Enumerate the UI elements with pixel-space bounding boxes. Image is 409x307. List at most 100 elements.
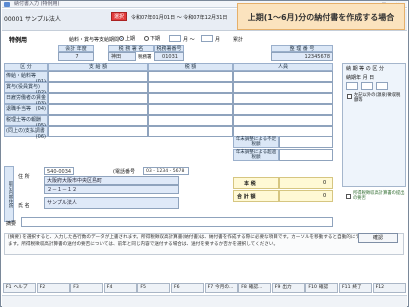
row-code: (06) (35, 134, 46, 140)
amount-input[interactable] (48, 82, 148, 93)
period-year-input[interactable] (346, 82, 358, 90)
row-code: (04) (35, 106, 46, 112)
fkey-f8[interactable]: F8 確認... (238, 283, 272, 293)
help-message: [摘要] を選択すると、入力した各行数のデータが上書されます。所得税徴収高計算書… (4, 233, 404, 255)
company-select-button[interactable]: 選択 (111, 12, 127, 21)
pay-period-first-half[interactable]: 上期 (119, 35, 135, 42)
fkey-f1[interactable]: F1 ヘルプ (3, 283, 36, 293)
honzei-label: 本 税 (244, 181, 256, 187)
row-label: 退職手当等 (04) (4, 104, 48, 115)
amount-input[interactable] (48, 126, 148, 137)
period-day-input[interactable] (376, 82, 388, 90)
yearend-shortfall-label: 年末調整による不足税額 (233, 136, 279, 148)
fkey-f11[interactable]: F11 終了 (339, 283, 372, 293)
tax-year-header: 会計 年度 (58, 45, 94, 52)
month-sep: 月 ～ (183, 37, 195, 43)
row-label: 賞与(役員賞与)(02) (4, 82, 48, 96)
pay-period-label: 給料・賞与等支給期間 (69, 37, 120, 43)
address-line1[interactable]: 大阪府大阪市中央区島町 (44, 176, 179, 185)
fkey-number: F12 (375, 285, 385, 290)
tax-input[interactable] (148, 71, 233, 82)
zip-input[interactable]: 540-0034 (44, 167, 74, 175)
fkey-f9[interactable]: F9 出力 (271, 283, 305, 293)
fkey-f2[interactable]: F2 (36, 283, 70, 293)
phone-label: (電話番号 (113, 169, 135, 175)
row-label: (同上の)支払調書 (06) (4, 126, 48, 140)
pay-period-second-half[interactable]: 下期 (144, 35, 160, 42)
phone-input[interactable]: 03 - 1234 - 5678 (143, 167, 189, 175)
amount-input[interactable] (48, 104, 148, 115)
office-name-value[interactable]: 神田 (108, 52, 136, 61)
guide-banner: 上期(1～6月)分の納付書を作成する場合 (237, 3, 405, 30)
row-label-text: 税理士等の報酬 (6, 117, 42, 123)
fkey-label: 今月の... (215, 285, 234, 290)
office-num-header: 税務署番号 (154, 45, 184, 52)
row-label-text: 退職手当等 (6, 106, 32, 112)
fkey-f7[interactable]: F7 今月の... (204, 283, 238, 293)
org-num-header: 整 理 番 号 (271, 45, 333, 52)
yearend-excess-input[interactable] (279, 149, 333, 161)
headcount-input[interactable] (233, 115, 333, 126)
grand-total-value: 0 (323, 193, 327, 199)
tax-year-value[interactable]: 7 (58, 52, 94, 61)
app-icon (4, 2, 10, 7)
name-label: 氏 名 (18, 203, 30, 209)
month-to-input[interactable] (201, 35, 213, 42)
fkey-f4[interactable]: F4 (103, 283, 137, 293)
remarks-input[interactable] (21, 217, 333, 227)
fkey-f3[interactable]: F3 (70, 283, 104, 293)
radio-first-half[interactable] (119, 36, 124, 41)
row-label-text: 俸給・給料等 (6, 73, 37, 79)
tax-input[interactable] (148, 126, 233, 137)
tax-input[interactable] (148, 93, 233, 104)
tax-input[interactable] (148, 82, 233, 93)
headcount-input[interactable] (233, 104, 333, 115)
fkey-number: F6 (174, 285, 180, 290)
office-num-value[interactable]: 01031 (154, 52, 184, 61)
fkey-number: F9 (274, 285, 281, 290)
headcount-input[interactable] (233, 71, 333, 82)
name-input[interactable]: サンプル法人 (44, 197, 179, 209)
amount-input[interactable] (48, 71, 148, 82)
yearend-excess-label: 年末調整による超過税額 (233, 149, 279, 161)
row-label: 俸給・給料等(01) (4, 71, 48, 85)
month-suffix: 月 (215, 37, 221, 43)
fkey-number: F10 (308, 285, 317, 290)
period-month-input[interactable] (361, 82, 373, 90)
yearend-shortfall-input[interactable] (279, 136, 333, 148)
row-label: 税理士等の報酬(05) (4, 115, 48, 129)
company-name: 00001 サンプル法人 (4, 16, 61, 23)
report-required-checkbox[interactable] (346, 194, 351, 199)
fiscal-period: 令和07年01月01日 ～ 令和07年12月31日 (131, 14, 227, 21)
fkey-f5[interactable]: F5 (137, 283, 171, 293)
address-line2[interactable]: ２－１－１２ (44, 185, 179, 194)
fkey-number: F5 (140, 285, 146, 290)
amount-input[interactable] (48, 93, 148, 104)
jinin-header: 人員 (233, 63, 333, 71)
office-name-header: 税 務 署 名 (108, 45, 154, 52)
fkey-number: F11 (342, 285, 351, 290)
fkey-f10[interactable]: F10 確認 (305, 283, 339, 293)
headcount-input[interactable] (233, 82, 333, 93)
remarks-label: 摘要 (6, 221, 17, 227)
radio-second-half[interactable] (144, 36, 149, 41)
amount-input[interactable] (48, 115, 148, 126)
function-key-bar: F1 ヘルプ F2 F3 F4 F5 F6 F7 今月の... F8 確認... F9 出力 F10 確認 F… (3, 283, 407, 293)
section-title: 特例用 (9, 37, 28, 44)
fkey-label: 終了 (352, 285, 362, 290)
tax-input[interactable] (148, 104, 233, 115)
row-label-text: 日雇労働者の賃金 (6, 95, 47, 101)
other-tax-checkbox[interactable] (347, 94, 352, 99)
tax-input[interactable] (148, 115, 233, 126)
app-window: 納付書入力 (特例用) － □ × 00001 サンプル法人 選択 令和07年0… (0, 0, 409, 307)
fkey-f12[interactable]: F12 (372, 283, 406, 293)
period-sep: ～ (176, 15, 182, 21)
report-required-label: 所得税徴収高計算書の提出の要否 (353, 191, 405, 201)
month-from-input[interactable] (169, 35, 181, 42)
headcount-input[interactable] (233, 93, 333, 104)
fkey-f6[interactable]: F6 (171, 283, 204, 293)
org-num-value[interactable]: 12345678 (271, 52, 333, 61)
confirm-button[interactable]: 確認 (358, 233, 398, 243)
kubun-header: 区 分 (4, 63, 48, 71)
fkey-label: 出力 (282, 285, 292, 290)
